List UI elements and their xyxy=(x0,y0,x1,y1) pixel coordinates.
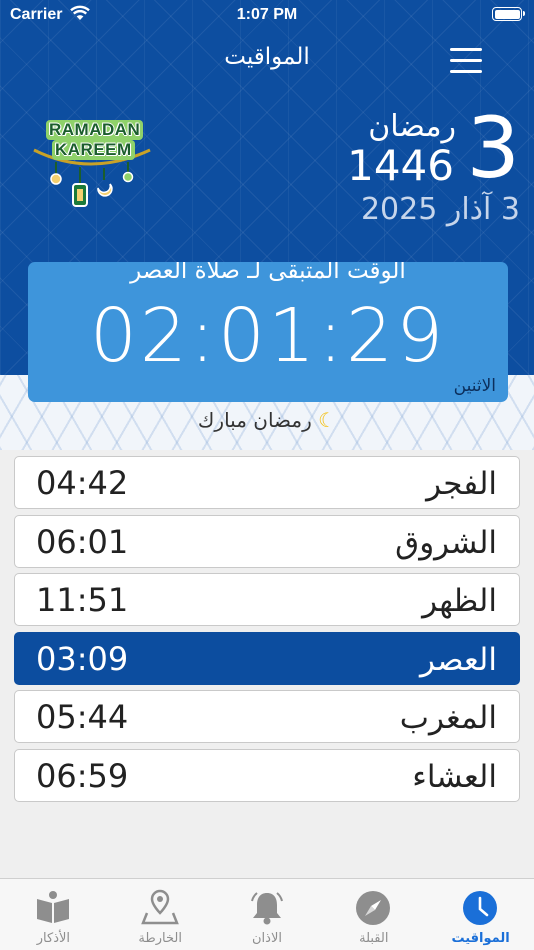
prayer-name: العصر xyxy=(419,641,497,678)
hijri-day: 3 xyxy=(466,99,520,197)
countdown-card: الوقت المتبقى لـ صلاة العصر 02:01:29 الا… xyxy=(28,262,508,402)
prayer-row-asr[interactable]: 03:09 العصر xyxy=(14,631,520,685)
status-bar: Carrier 1:07 PM xyxy=(0,0,534,30)
prayer-name: العشاء xyxy=(412,758,497,795)
hijri-month: رمضان xyxy=(368,109,456,144)
countdown-label: الوقت المتبقى لـ صلاة العصر xyxy=(130,262,406,284)
crescent-moon-icon: ☾ xyxy=(318,408,337,432)
logo-text-kareem: KAREEM xyxy=(52,140,135,160)
logo-text-ramadan: RAMADAN xyxy=(46,120,144,140)
prayer-time: 03:09 xyxy=(36,639,129,678)
nav-bar: المواقيت xyxy=(0,30,534,90)
status-time: 1:07 PM xyxy=(236,6,298,23)
clock-icon xyxy=(463,891,498,925)
tab-azkar[interactable]: الأذكار xyxy=(0,879,107,950)
prayer-row-maghrib[interactable]: 05:44 المغرب xyxy=(14,690,520,743)
ramadan-kareem-logo: RAMADAN KAREEM xyxy=(28,112,154,207)
tab-label: المواقيت xyxy=(451,931,510,946)
countdown-timer: 02:01:29 xyxy=(89,293,447,379)
tab-qibla[interactable]: القبلة xyxy=(320,879,427,950)
compass-icon xyxy=(356,891,391,925)
battery-icon xyxy=(492,7,525,21)
prayer-name: المغرب xyxy=(399,700,497,736)
tab-label: الأذكار xyxy=(36,931,71,946)
hijri-year: 1446 xyxy=(347,141,454,190)
hamburger-icon xyxy=(450,48,482,51)
tab-label: الخارطة xyxy=(138,931,182,946)
prayer-row-dhuhr[interactable]: 11:51 الظهر xyxy=(14,573,520,626)
weekday-label: الاثنين xyxy=(453,376,496,396)
greeting: ☾ رمضان مبارك xyxy=(0,408,534,432)
prayer-time: 04:42 xyxy=(36,464,129,502)
tab-prayer-times[interactable]: المواقيت xyxy=(427,879,534,950)
menu-button[interactable] xyxy=(448,46,484,76)
tab-adhan[interactable]: الاذان xyxy=(214,879,321,950)
greeting-text: رمضان مبارك xyxy=(197,408,312,432)
prayer-time: 06:59 xyxy=(36,756,129,795)
map-pin-icon xyxy=(140,889,179,925)
tab-map[interactable]: الخارطة xyxy=(107,879,214,950)
prayer-name: الشروق xyxy=(395,524,497,561)
prayer-row-fajr[interactable]: 04:42 الفجر xyxy=(14,456,520,509)
prayer-row-sunrise[interactable]: 06:01 الشروق xyxy=(14,514,520,568)
prayer-time: 05:44 xyxy=(36,698,129,736)
tab-label: الاذان xyxy=(252,931,282,946)
prayer-row-isha[interactable]: 06:59 العشاء xyxy=(14,748,520,802)
gregorian-date: 3 آذار 2025 xyxy=(360,192,520,227)
prayer-name: الظهر xyxy=(422,583,497,619)
prayer-list: 04:42 الفجر 06:01 الشروق 11:51 الظهر 03:… xyxy=(14,456,520,807)
date-panel: 3 رمضان 1446 3 آذار 2025 xyxy=(220,100,520,240)
tab-label: القبلة xyxy=(359,931,389,946)
tab-bar: الأذكار الخارطة الاذان القبلة المواقيت xyxy=(0,878,534,950)
prayer-time: 11:51 xyxy=(36,581,129,619)
prayer-time: 06:01 xyxy=(36,522,129,561)
bell-icon xyxy=(250,892,283,925)
prayer-name: الفجر xyxy=(426,466,497,502)
book-icon xyxy=(37,891,69,923)
